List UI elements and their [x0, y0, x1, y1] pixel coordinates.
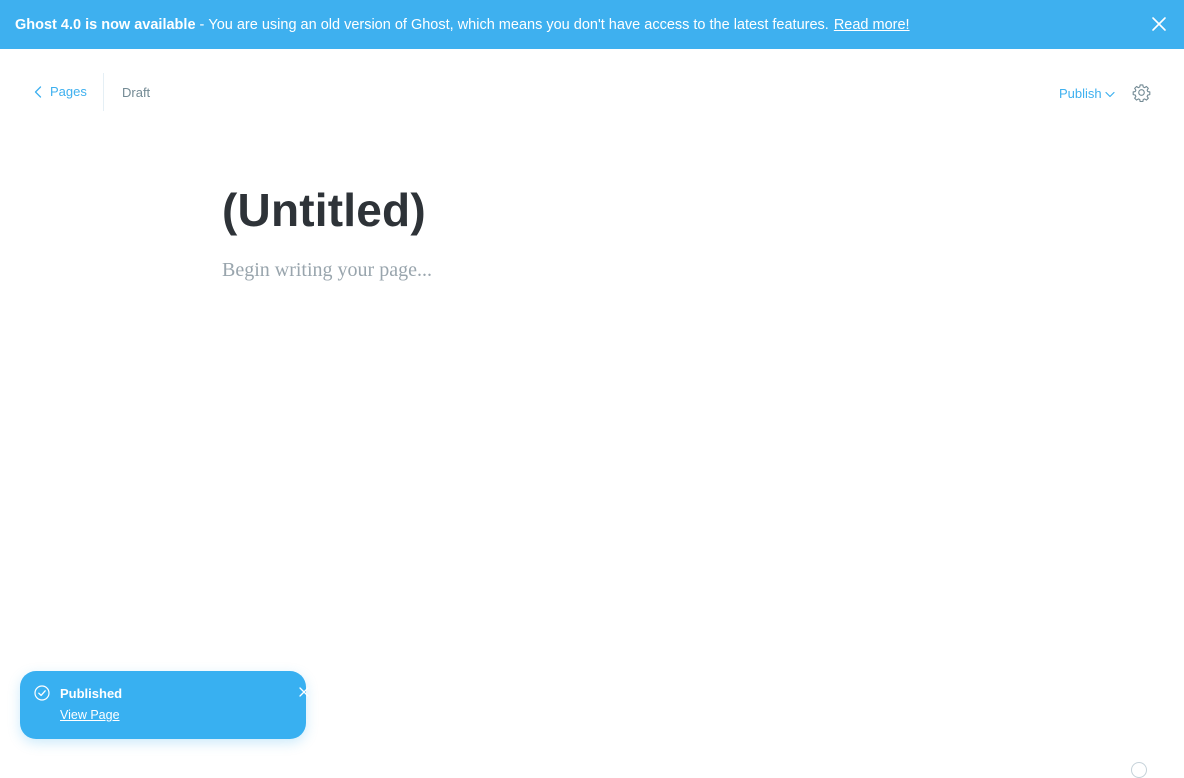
view-page-link[interactable]: View Page: [60, 708, 120, 722]
close-icon: [1152, 17, 1166, 31]
published-notification: Published View Page: [20, 671, 309, 739]
back-to-pages-link[interactable]: Pages: [34, 84, 87, 99]
chevron-down-icon: [1105, 91, 1115, 97]
post-status: Draft: [122, 85, 151, 100]
banner-message: You are using an old version of Ghost, w…: [208, 16, 829, 33]
notification-title: Published: [60, 686, 123, 701]
banner-close-button[interactable]: [1150, 15, 1168, 33]
publish-menu-trigger[interactable]: Publish: [1059, 86, 1115, 101]
header-divider: [103, 73, 104, 111]
chevron-left-icon: [34, 85, 42, 98]
banner-headline: Ghost 4.0 is now available: [15, 16, 196, 33]
notification-close-button[interactable]: [299, 687, 309, 697]
editor-header: Pages Draft Publish: [0, 49, 1184, 137]
gear-icon: [1132, 84, 1151, 103]
page-body-editor[interactable]: Begin writing your page...: [222, 259, 432, 282]
publish-label: Publish: [1059, 86, 1102, 101]
banner-separator: -: [199, 16, 205, 33]
help-icon[interactable]: [1131, 762, 1147, 778]
check-circle-icon: [34, 685, 50, 701]
back-link-label: Pages: [50, 84, 87, 99]
banner-read-more-link[interactable]: Read more!: [834, 17, 910, 33]
settings-menu-button[interactable]: [1132, 83, 1151, 103]
page-title-input[interactable]: (Untitled): [222, 183, 426, 237]
upgrade-banner: Ghost 4.0 is now available - You are usi…: [0, 0, 1184, 49]
